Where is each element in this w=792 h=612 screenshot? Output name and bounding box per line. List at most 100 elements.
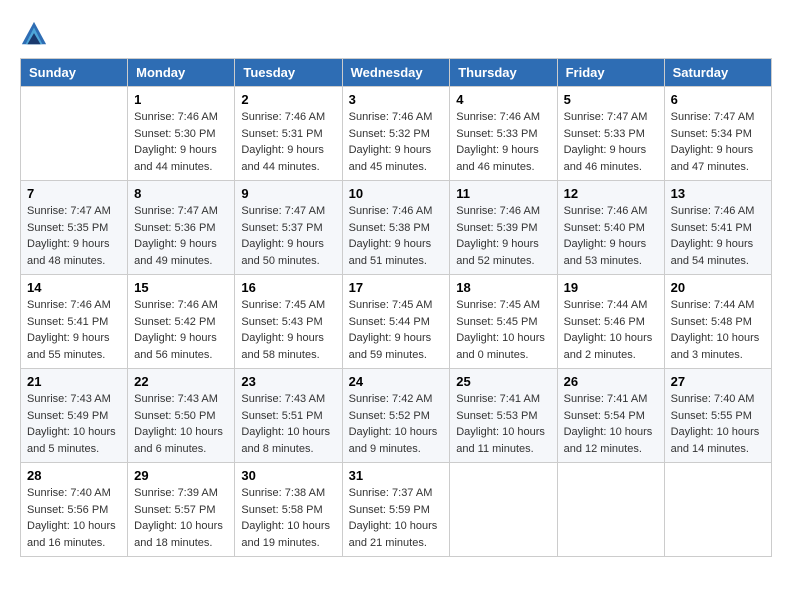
header xyxy=(20,20,772,48)
header-day-sunday: Sunday xyxy=(21,59,128,87)
day-number: 2 xyxy=(241,92,335,107)
day-info: Sunrise: 7:46 AMSunset: 5:40 PMDaylight:… xyxy=(564,203,658,269)
day-number: 16 xyxy=(241,280,335,295)
calendar-cell: 1 Sunrise: 7:46 AMSunset: 5:30 PMDaylight… xyxy=(128,87,235,181)
day-info: Sunrise: 7:46 AMSunset: 5:42 PMDaylight:… xyxy=(134,297,228,363)
day-number: 25 xyxy=(456,374,550,389)
calendar-cell: 12Sunrise: 7:46 AMSunset: 5:40 PMDayligh… xyxy=(557,181,664,275)
day-number: 19 xyxy=(564,280,658,295)
day-number: 23 xyxy=(241,374,335,389)
calendar-cell: 13 Sunrise: 7:46 AMSunset: 5:41 PMDayligh… xyxy=(664,181,771,275)
day-info: Sunrise: 7:46 AMSunset: 5:33 PMDaylight:… xyxy=(456,109,550,175)
calendar-cell: 24 Sunrise: 7:42 AMSunset: 5:52 PMDayligh… xyxy=(342,369,450,463)
day-number: 1 xyxy=(134,92,228,107)
day-info: Sunrise: 7:41 AMSunset: 5:53 PMDaylight:… xyxy=(456,391,550,457)
calendar-cell: 9 Sunrise: 7:47 AMSunset: 5:37 PMDaylight… xyxy=(235,181,342,275)
day-info: Sunrise: 7:47 AMSunset: 5:36 PMDaylight:… xyxy=(134,203,228,269)
calendar-cell: 18Sunrise: 7:45 AMSunset: 5:45 PMDayligh… xyxy=(450,275,557,369)
day-info: Sunrise: 7:45 AMSunset: 5:43 PMDaylight:… xyxy=(241,297,335,363)
day-info: Sunrise: 7:43 AMSunset: 5:51 PMDaylight:… xyxy=(241,391,335,457)
day-number: 20 xyxy=(671,280,765,295)
day-info: Sunrise: 7:46 AMSunset: 5:32 PMDaylight:… xyxy=(349,109,444,175)
header-day-friday: Friday xyxy=(557,59,664,87)
day-number: 22 xyxy=(134,374,228,389)
day-info: Sunrise: 7:43 AMSunset: 5:49 PMDaylight:… xyxy=(27,391,121,457)
calendar-cell: 28Sunrise: 7:40 AMSunset: 5:56 PMDayligh… xyxy=(21,463,128,557)
header-row: SundayMondayTuesdayWednesdayThursdayFrid… xyxy=(21,59,772,87)
day-info: Sunrise: 7:45 AMSunset: 5:44 PMDaylight:… xyxy=(349,297,444,363)
day-number: 24 xyxy=(349,374,444,389)
week-row-0: 1 Sunrise: 7:46 AMSunset: 5:30 PMDaylight… xyxy=(21,87,772,181)
page: SundayMondayTuesdayWednesdayThursdayFrid… xyxy=(0,0,792,567)
day-number: 3 xyxy=(349,92,444,107)
day-number: 8 xyxy=(134,186,228,201)
calendar-cell: 10Sunrise: 7:46 AMSunset: 5:38 PMDayligh… xyxy=(342,181,450,275)
header-day-thursday: Thursday xyxy=(450,59,557,87)
day-info: Sunrise: 7:46 AMSunset: 5:39 PMDaylight:… xyxy=(456,203,550,269)
day-info: Sunrise: 7:40 AMSunset: 5:55 PMDaylight:… xyxy=(671,391,765,457)
calendar-cell: 19 Sunrise: 7:44 AMSunset: 5:46 PMDayligh… xyxy=(557,275,664,369)
day-info: Sunrise: 7:44 AMSunset: 5:46 PMDaylight:… xyxy=(564,297,658,363)
calendar-cell: 7 Sunrise: 7:47 AMSunset: 5:35 PMDaylight… xyxy=(21,181,128,275)
day-number: 6 xyxy=(671,92,765,107)
calendar-cell: 27Sunrise: 7:40 AMSunset: 5:55 PMDayligh… xyxy=(664,369,771,463)
header-day-tuesday: Tuesday xyxy=(235,59,342,87)
day-number: 15 xyxy=(134,280,228,295)
day-info: Sunrise: 7:47 AMSunset: 5:37 PMDaylight:… xyxy=(241,203,335,269)
calendar-cell: 8 Sunrise: 7:47 AMSunset: 5:36 PMDaylight… xyxy=(128,181,235,275)
calendar-cell: 5Sunrise: 7:47 AMSunset: 5:33 PMDaylight… xyxy=(557,87,664,181)
day-number: 28 xyxy=(27,468,121,483)
day-number: 11 xyxy=(456,186,550,201)
calendar-cell: 25 Sunrise: 7:41 AMSunset: 5:53 PMDayligh… xyxy=(450,369,557,463)
calendar-cell: 23 Sunrise: 7:43 AMSunset: 5:51 PMDayligh… xyxy=(235,369,342,463)
calendar-cell: 31 Sunrise: 7:37 AMSunset: 5:59 PMDayligh… xyxy=(342,463,450,557)
day-number: 5 xyxy=(564,92,658,107)
day-number: 29 xyxy=(134,468,228,483)
day-number: 31 xyxy=(349,468,444,483)
day-number: 14 xyxy=(27,280,121,295)
day-info: Sunrise: 7:43 AMSunset: 5:50 PMDaylight:… xyxy=(134,391,228,457)
calendar-cell: 29 Sunrise: 7:39 AMSunset: 5:57 PMDayligh… xyxy=(128,463,235,557)
calendar-cell xyxy=(557,463,664,557)
day-info: Sunrise: 7:46 AMSunset: 5:30 PMDaylight:… xyxy=(134,109,228,175)
calendar-cell: 26 Sunrise: 7:41 AMSunset: 5:54 PMDayligh… xyxy=(557,369,664,463)
day-info: Sunrise: 7:47 AMSunset: 5:34 PMDaylight:… xyxy=(671,109,765,175)
day-number: 18 xyxy=(456,280,550,295)
calendar-cell: 14 Sunrise: 7:46 AMSunset: 5:41 PMDayligh… xyxy=(21,275,128,369)
calendar-cell: 16 Sunrise: 7:45 AMSunset: 5:43 PMDayligh… xyxy=(235,275,342,369)
day-number: 26 xyxy=(564,374,658,389)
day-number: 4 xyxy=(456,92,550,107)
week-row-3: 21Sunrise: 7:43 AMSunset: 5:49 PMDayligh… xyxy=(21,369,772,463)
day-info: Sunrise: 7:44 AMSunset: 5:48 PMDaylight:… xyxy=(671,297,765,363)
calendar-cell: 11 Sunrise: 7:46 AMSunset: 5:39 PMDayligh… xyxy=(450,181,557,275)
day-info: Sunrise: 7:37 AMSunset: 5:59 PMDaylight:… xyxy=(349,485,444,551)
day-number: 9 xyxy=(241,186,335,201)
day-info: Sunrise: 7:42 AMSunset: 5:52 PMDaylight:… xyxy=(349,391,444,457)
day-info: Sunrise: 7:46 AMSunset: 5:41 PMDaylight:… xyxy=(671,203,765,269)
day-info: Sunrise: 7:46 AMSunset: 5:41 PMDaylight:… xyxy=(27,297,121,363)
day-number: 7 xyxy=(27,186,121,201)
calendar-cell: 20 Sunrise: 7:44 AMSunset: 5:48 PMDayligh… xyxy=(664,275,771,369)
header-day-wednesday: Wednesday xyxy=(342,59,450,87)
week-row-4: 28Sunrise: 7:40 AMSunset: 5:56 PMDayligh… xyxy=(21,463,772,557)
day-number: 30 xyxy=(241,468,335,483)
week-row-2: 14 Sunrise: 7:46 AMSunset: 5:41 PMDayligh… xyxy=(21,275,772,369)
day-number: 13 xyxy=(671,186,765,201)
calendar-cell: 17 Sunrise: 7:45 AMSunset: 5:44 PMDayligh… xyxy=(342,275,450,369)
calendar-cell: 22 Sunrise: 7:43 AMSunset: 5:50 PMDayligh… xyxy=(128,369,235,463)
calendar-cell: 30Sunrise: 7:38 AMSunset: 5:58 PMDayligh… xyxy=(235,463,342,557)
calendar-cell: 15 Sunrise: 7:46 AMSunset: 5:42 PMDayligh… xyxy=(128,275,235,369)
calendar-cell: 6 Sunrise: 7:47 AMSunset: 5:34 PMDaylight… xyxy=(664,87,771,181)
calendar-cell xyxy=(450,463,557,557)
day-info: Sunrise: 7:41 AMSunset: 5:54 PMDaylight:… xyxy=(564,391,658,457)
day-info: Sunrise: 7:47 AMSunset: 5:35 PMDaylight:… xyxy=(27,203,121,269)
day-number: 17 xyxy=(349,280,444,295)
calendar-cell: 3 Sunrise: 7:46 AMSunset: 5:32 PMDaylight… xyxy=(342,87,450,181)
calendar-cell: 21Sunrise: 7:43 AMSunset: 5:49 PMDayligh… xyxy=(21,369,128,463)
week-row-1: 7 Sunrise: 7:47 AMSunset: 5:35 PMDaylight… xyxy=(21,181,772,275)
day-info: Sunrise: 7:39 AMSunset: 5:57 PMDaylight:… xyxy=(134,485,228,551)
logo-icon xyxy=(20,20,48,48)
calendar-cell: 2 Sunrise: 7:46 AMSunset: 5:31 PMDaylight… xyxy=(235,87,342,181)
header-day-saturday: Saturday xyxy=(664,59,771,87)
day-info: Sunrise: 7:46 AMSunset: 5:31 PMDaylight:… xyxy=(241,109,335,175)
